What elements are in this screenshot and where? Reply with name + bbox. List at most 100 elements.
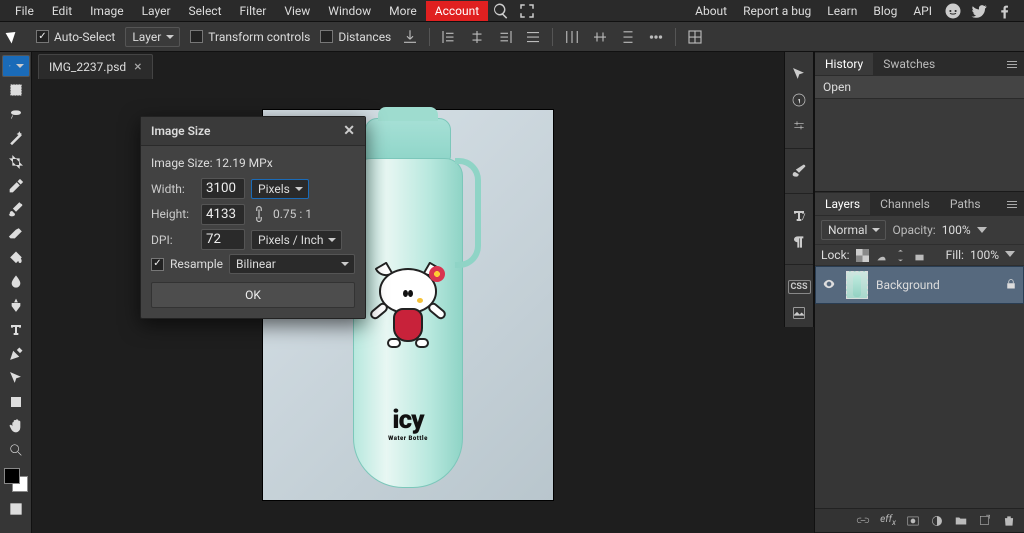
menu-more[interactable]: More	[380, 1, 426, 21]
align-left-icon[interactable]	[440, 28, 458, 46]
layer-thumbnail[interactable]	[846, 271, 868, 299]
distribute-right-icon[interactable]	[619, 28, 637, 46]
link-report-bug[interactable]: Report a bug	[735, 1, 819, 21]
history-panel-menu-icon[interactable]	[1004, 56, 1020, 72]
shape-tool[interactable]	[2, 391, 30, 413]
new-layer-icon[interactable]	[978, 514, 992, 528]
search-icon[interactable]	[492, 2, 510, 20]
link-about[interactable]: About	[687, 1, 735, 21]
adjustment-layer-icon[interactable]	[930, 514, 944, 528]
autoselect-toggle[interactable]: Auto-Select	[36, 30, 115, 44]
fullscreen-icon[interactable]	[518, 2, 536, 20]
menu-view[interactable]: View	[275, 1, 319, 21]
link-learn[interactable]: Learn	[819, 1, 865, 21]
menu-account[interactable]: Account	[426, 1, 488, 21]
color-swatches[interactable]	[4, 468, 28, 492]
menu-filter[interactable]: Filter	[231, 1, 276, 21]
delete-layer-icon[interactable]	[1002, 514, 1016, 528]
opacity-value[interactable]: 100%	[942, 223, 971, 237]
close-tab-icon[interactable]: ×	[134, 60, 141, 74]
document-tab[interactable]: IMG_2237.psd ×	[38, 54, 153, 79]
link-blog[interactable]: Blog	[865, 1, 905, 21]
tab-history[interactable]: History	[815, 53, 873, 75]
align-right-icon[interactable]	[496, 28, 514, 46]
brush-panel-icon[interactable]	[788, 161, 810, 181]
opacity-dropdown-icon[interactable]	[977, 225, 987, 235]
distances-checkbox[interactable]	[320, 30, 333, 43]
eyedropper-tool[interactable]	[2, 175, 30, 197]
quickmask-tool[interactable]	[2, 498, 30, 520]
menu-select[interactable]: Select	[180, 1, 231, 21]
cursor-panel-icon[interactable]	[788, 64, 810, 84]
constrain-proportions-icon[interactable]	[251, 203, 267, 225]
ok-button[interactable]: OK	[151, 282, 355, 308]
transform-controls-toggle[interactable]: Transform controls	[190, 30, 310, 44]
facebook-icon[interactable]	[996, 2, 1014, 20]
autoselect-checkbox[interactable]	[36, 30, 49, 43]
layer-mask-icon[interactable]	[906, 514, 920, 528]
menu-image[interactable]: Image	[81, 1, 132, 21]
path-select-tool[interactable]	[2, 367, 30, 389]
fill-value[interactable]: 100%	[970, 248, 999, 262]
fill-dropdown-icon[interactable]	[1005, 249, 1018, 262]
history-item-open[interactable]: Open	[815, 76, 1024, 99]
menu-edit[interactable]: Edit	[43, 1, 81, 21]
distances-toggle[interactable]: Distances	[320, 30, 391, 44]
clone-tool[interactable]	[2, 295, 30, 317]
bucket-tool[interactable]	[2, 247, 30, 269]
info-panel-icon[interactable]	[788, 90, 810, 110]
type-tool[interactable]	[2, 319, 30, 341]
dpi-input[interactable]	[201, 229, 245, 250]
paragraph-panel-icon[interactable]	[788, 232, 810, 252]
twitter-icon[interactable]	[970, 2, 988, 20]
crop-tool[interactable]	[2, 151, 30, 173]
lock-transparent-icon[interactable]	[856, 249, 869, 262]
align-center-h-icon[interactable]	[468, 28, 486, 46]
layer-fx-icon[interactable]: effx	[880, 514, 896, 528]
autoselect-target-select[interactable]: Layer	[125, 27, 180, 47]
lock-image-icon[interactable]	[875, 249, 888, 262]
align-more-icon[interactable]	[524, 28, 542, 46]
css-panel-icon[interactable]: CSS	[788, 277, 810, 297]
resample-checkbox[interactable]	[151, 258, 164, 271]
link-api[interactable]: API	[905, 1, 940, 21]
distribute-left-icon[interactable]	[563, 28, 581, 46]
brush-tool[interactable]	[2, 199, 30, 221]
width-unit-select[interactable]: Pixels	[251, 179, 309, 199]
layer-visibility-icon[interactable]	[822, 277, 838, 294]
eraser-tool[interactable]	[2, 223, 30, 245]
pen-tool[interactable]	[2, 343, 30, 365]
layers-panel-menu-icon[interactable]	[1004, 196, 1020, 212]
menu-window[interactable]: Window	[319, 1, 380, 21]
distribute-more-icon[interactable]	[647, 28, 665, 46]
menu-file[interactable]: File	[6, 1, 43, 21]
marquee-tool[interactable]	[2, 79, 30, 101]
folder-layer-icon[interactable]	[954, 514, 968, 528]
distribute-center-icon[interactable]	[591, 28, 609, 46]
reddit-icon[interactable]	[944, 2, 962, 20]
lock-position-icon[interactable]	[894, 249, 907, 262]
blend-mode-select[interactable]: Normal	[821, 220, 886, 240]
tab-channels[interactable]: Channels	[870, 193, 940, 215]
blur-tool[interactable]	[2, 271, 30, 293]
zoom-tool[interactable]	[2, 439, 30, 461]
width-input[interactable]	[201, 178, 245, 199]
download-icon[interactable]	[401, 28, 419, 46]
layer-name[interactable]: Background	[876, 278, 997, 292]
wand-tool[interactable]	[2, 127, 30, 149]
lock-all-icon[interactable]	[913, 249, 926, 262]
grid-icon[interactable]	[686, 28, 704, 46]
height-input[interactable]	[201, 204, 245, 225]
tab-layers[interactable]: Layers	[815, 193, 870, 215]
layer-lock-icon[interactable]	[1005, 278, 1017, 293]
layer-row[interactable]: Background	[815, 266, 1024, 304]
dpi-unit-select[interactable]: Pixels / Inch	[251, 230, 342, 250]
adjustments-panel-icon[interactable]	[788, 116, 810, 136]
dialog-close-icon[interactable]: ✕	[343, 123, 355, 139]
menu-layer[interactable]: Layer	[133, 1, 180, 21]
tab-swatches[interactable]: Swatches	[873, 53, 945, 75]
hand-tool[interactable]	[2, 415, 30, 437]
move-tool[interactable]	[2, 55, 30, 77]
lasso-tool[interactable]	[2, 103, 30, 125]
character-panel-icon[interactable]	[788, 206, 810, 226]
